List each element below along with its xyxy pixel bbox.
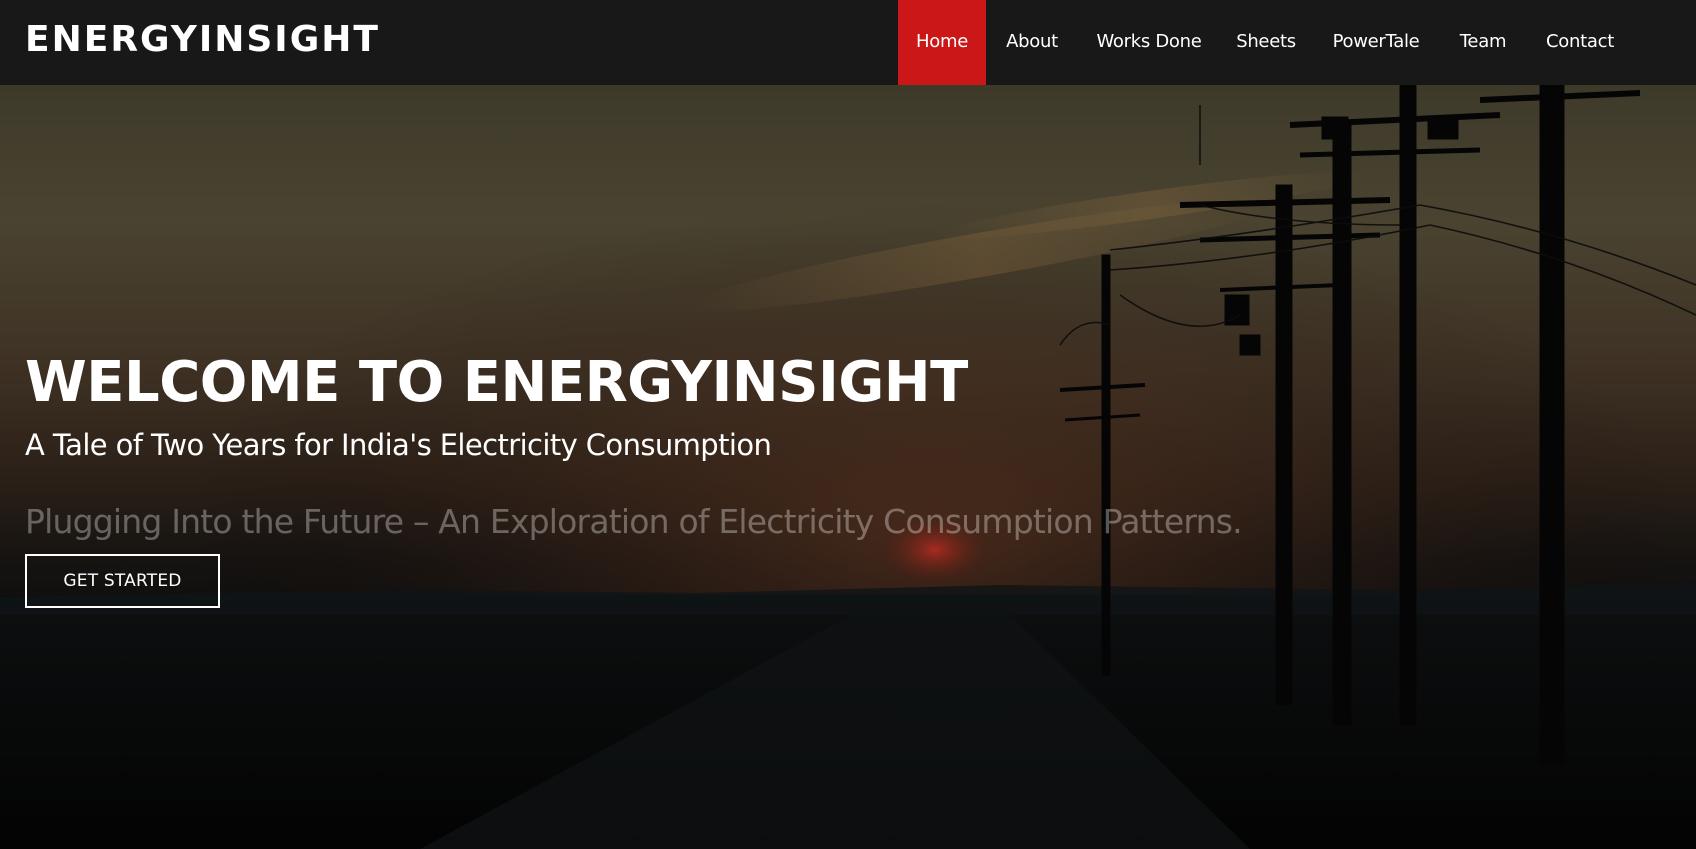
top-navbar: ENERGYINSIGHT Home About Works Done Shee… (0, 0, 1696, 85)
nav-item-contact[interactable]: Contact (1526, 0, 1634, 85)
nav-item-team[interactable]: Team (1440, 0, 1526, 85)
nav-item-home[interactable]: Home (898, 0, 986, 85)
nav-item-sheets[interactable]: Sheets (1220, 0, 1312, 85)
hero-background-image (0, 85, 1696, 849)
nav-item-works-done[interactable]: Works Done (1078, 0, 1220, 85)
hero-tagline: Plugging Into the Future – An Exploratio… (25, 502, 1243, 541)
brand-logo[interactable]: ENERGYINSIGHT (25, 18, 380, 62)
hero-subtitle: A Tale of Two Years for India's Electric… (25, 428, 772, 462)
get-started-button[interactable]: GET STARTED (25, 554, 220, 608)
hero-section: WELCOME TO ENERGYINSIGHT A Tale of Two Y… (0, 85, 1696, 849)
nav-item-powertale[interactable]: PowerTale (1312, 0, 1440, 85)
main-nav: Home About Works Done Sheets PowerTale T… (898, 0, 1634, 85)
page: ENERGYINSIGHT Home About Works Done Shee… (0, 0, 1696, 849)
hero-title: WELCOME TO ENERGYINSIGHT (25, 350, 968, 415)
nav-item-about[interactable]: About (986, 0, 1078, 85)
